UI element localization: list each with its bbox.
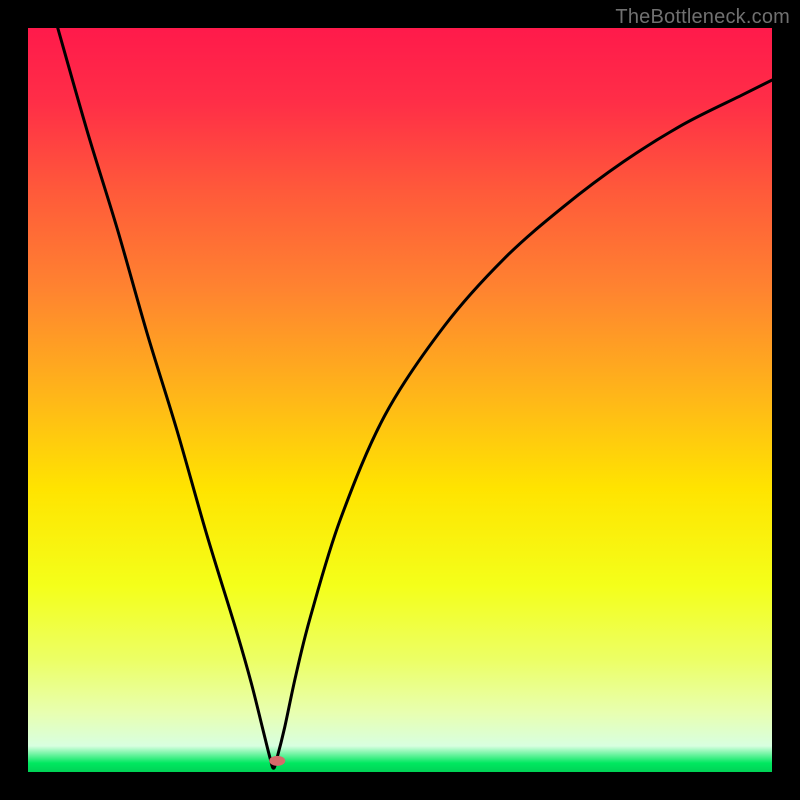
chart-frame: TheBottleneck.com: [0, 0, 800, 800]
bottleneck-plot: [28, 28, 772, 772]
plot-area: [28, 28, 772, 772]
watermark-text: TheBottleneck.com: [615, 6, 790, 29]
marker-point: [269, 756, 285, 766]
gradient-background: [28, 28, 772, 772]
